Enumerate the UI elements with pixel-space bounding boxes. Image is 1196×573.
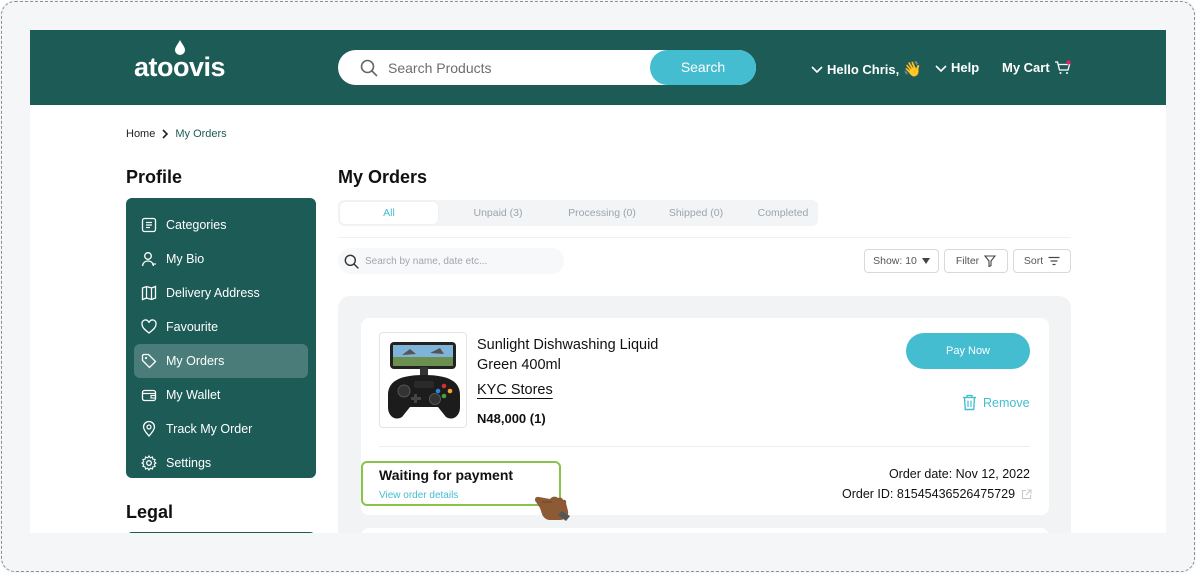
chevron-right-icon xyxy=(162,129,169,139)
map-icon xyxy=(141,285,157,301)
remove-button[interactable]: Remove xyxy=(962,394,1030,411)
search-icon xyxy=(360,59,378,77)
logo[interactable]: atoovis xyxy=(134,52,226,83)
chevron-down-icon xyxy=(935,64,947,72)
sidebar-item-favourite[interactable]: Favourite xyxy=(134,310,308,344)
sidebar-item-my-wallet[interactable]: My Wallet xyxy=(134,378,308,412)
sidebar-item-label: Delivery Address xyxy=(166,286,260,300)
tab-unpaid[interactable]: Unpaid (3) xyxy=(448,200,548,226)
sidebar-item-my-bio[interactable]: My Bio xyxy=(134,242,308,276)
tag-icon xyxy=(141,353,157,369)
profile-heading: Profile xyxy=(126,167,183,187)
greeting-text: Hello Chris, xyxy=(827,61,900,77)
tab-completed[interactable]: Completed xyxy=(740,200,826,226)
show-count-label: Show: 10 xyxy=(873,255,917,267)
account-menu[interactable]: Hello Chris, 👋 xyxy=(811,60,922,78)
help-menu[interactable]: Help xyxy=(935,60,979,75)
sort-button[interactable]: Sort xyxy=(1013,249,1071,273)
show-count-select[interactable]: Show: 10 xyxy=(864,249,939,273)
wallet-icon xyxy=(141,389,157,402)
product-search-bar: Search xyxy=(338,50,756,85)
order-search-input[interactable] xyxy=(365,255,545,267)
sidebar-item-settings[interactable]: Settings xyxy=(134,446,308,480)
sidebar-item-label: My Wallet xyxy=(166,388,221,402)
sidebar-item-label: Favourite xyxy=(166,320,219,334)
sidebar-item-label: Settings xyxy=(166,456,212,470)
remove-label: Remove xyxy=(983,395,1030,410)
order-date: Order date: Nov 12, 2022 xyxy=(888,467,1030,481)
cart-icon xyxy=(1054,60,1071,74)
view-order-details-link[interactable]: View order details xyxy=(379,490,458,501)
heart-icon xyxy=(141,319,157,334)
search-icon xyxy=(344,254,359,269)
order-search-bar xyxy=(338,248,564,274)
sidebar-item-label: My Bio xyxy=(166,252,205,266)
cart-label: My Cart xyxy=(1002,60,1050,75)
user-icon xyxy=(141,252,156,267)
order-card xyxy=(361,528,1049,533)
store-link[interactable]: KYC Stores xyxy=(477,382,553,398)
help-label: Help xyxy=(951,60,980,75)
external-link-icon[interactable] xyxy=(1021,488,1032,500)
gear-icon xyxy=(141,455,157,471)
breadcrumb: Home My Orders xyxy=(126,128,227,140)
pointer-hand-icon xyxy=(535,496,570,521)
product-name[interactable]: Sunlight Dishwashing Liquid Green 400ml xyxy=(477,335,697,375)
order-id: Order ID: 81545436526475729 xyxy=(842,487,1032,501)
tab-all[interactable]: All xyxy=(340,202,438,224)
location-pin-icon xyxy=(142,421,156,437)
sidebar-item-label: Track My Order xyxy=(166,422,253,436)
chevron-down-icon xyxy=(811,66,823,74)
filter-icon xyxy=(984,255,997,267)
trash-icon xyxy=(963,394,976,411)
tabs-divider xyxy=(338,237,1071,238)
sidebar-item-label: My Orders xyxy=(166,354,225,368)
top-header: atoovis Search Hello Chris, 👋 Help My Ca… xyxy=(30,30,1166,105)
legal-sidebar xyxy=(126,532,316,533)
breadcrumb-current: My Orders xyxy=(175,128,227,140)
product-image[interactable] xyxy=(379,332,467,428)
gamepad-product-icon xyxy=(388,342,460,419)
sidebar-item-track-my-order[interactable]: Track My Order xyxy=(134,412,308,446)
sort-icon xyxy=(1048,256,1060,266)
card-divider xyxy=(379,446,1030,447)
sidebar-item-my-orders[interactable]: My Orders xyxy=(134,344,308,378)
sidebar-item-categories[interactable]: Categories xyxy=(134,208,308,242)
search-button[interactable]: Search xyxy=(650,50,756,85)
sidebar-item-delivery-address[interactable]: Delivery Address xyxy=(134,276,308,310)
legal-heading: Legal xyxy=(126,502,174,522)
filter-label: Filter xyxy=(955,255,980,267)
sidebar-item-label: Categories xyxy=(166,218,227,232)
caret-down-icon xyxy=(921,258,930,264)
product-price: N48,000 (1) xyxy=(477,411,546,426)
order-status-tabs: All Unpaid (3) Processing (0) Shipped (0… xyxy=(338,200,818,226)
order-id-text: Order ID: 81545436526475729 xyxy=(842,487,1016,501)
wave-emoji: 👋 xyxy=(903,61,922,78)
filter-button[interactable]: Filter xyxy=(944,249,1008,273)
cart-link[interactable]: My Cart xyxy=(1002,60,1071,75)
list-icon xyxy=(141,217,157,233)
tab-shipped[interactable]: Shipped (0) xyxy=(654,200,738,226)
breadcrumb-home[interactable]: Home xyxy=(126,128,155,140)
order-status: Waiting for payment xyxy=(379,467,514,483)
tab-processing[interactable]: Processing (0) xyxy=(552,200,652,226)
pay-now-button[interactable]: Pay Now xyxy=(906,333,1030,369)
product-search-input[interactable] xyxy=(388,50,638,85)
app-canvas: atoovis Search Hello Chris, 👋 Help My Ca… xyxy=(30,30,1166,533)
page-title: My Orders xyxy=(338,167,428,187)
sort-label: Sort xyxy=(1023,255,1044,267)
profile-sidebar: Categories My Bio Delivery Address Favou… xyxy=(126,198,316,478)
